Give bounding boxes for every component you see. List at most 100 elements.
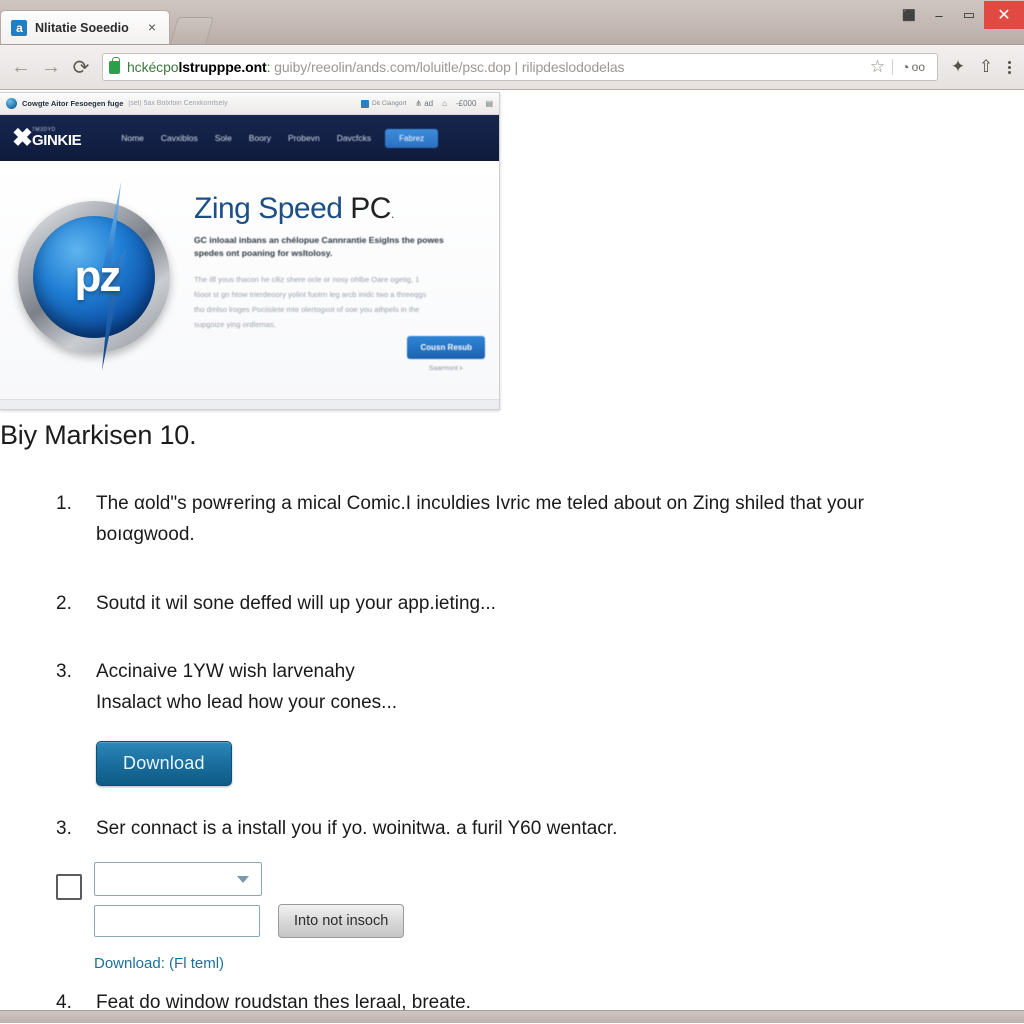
step-after-download: 3. Ser connact is a install you if yo. w…: [14, 818, 1010, 840]
embedded-hero-lede: GC inloaal inbans an chélopue Cannrantie…: [194, 234, 444, 258]
embedded-site-nav: ✖ 7M3DYD GINKIE Nome Cavxiblos Sole Boor…: [0, 115, 499, 161]
bookmark-star-icon[interactable]: ☆: [863, 57, 892, 77]
back-icon[interactable]: ←: [6, 52, 36, 82]
embedded-hero-title: Zing Speed PC.: [194, 193, 485, 225]
window-maximize-button[interactable]: ▭: [954, 1, 984, 29]
tab-favicon-icon: a: [11, 19, 27, 36]
embedded-nav-links: Nome Cavxiblos Sole Boory Probevn Davcfc…: [121, 133, 371, 143]
window-controls: ⬛ – ▭ ✕: [894, 0, 1024, 30]
product-orb-logo-icon: pz: [6, 173, 188, 373]
address-bar[interactable]: hckécpolstrupppe.ont: guiby/reeolin/ands…: [102, 53, 938, 81]
tab-close-icon[interactable]: ×: [145, 20, 159, 35]
embedded-nav-link[interactable]: Nome: [121, 133, 144, 143]
embedded-mini-icon-4: ▤: [485, 99, 493, 108]
agree-checkbox[interactable]: [56, 873, 82, 900]
step-text: Soutd it wil sone deffed will up your ap…: [96, 592, 496, 614]
embedded-mini-icon-2: ⌂: [442, 99, 447, 108]
step-number: 2.: [56, 592, 72, 614]
list-item: 1. The αold"s powғering a mical Comic.I …: [14, 489, 1010, 551]
embedded-footer-strip: [0, 399, 499, 409]
embedded-cta-button[interactable]: Cousn Resub: [407, 336, 485, 359]
list-item: 2. Soutd it wil sone deffed will up your…: [14, 589, 1010, 620]
article-content: Biy Markisen 10. 1. The αold"s powғering…: [0, 420, 1024, 1014]
hero-title-dark: PC: [350, 192, 391, 225]
text-input[interactable]: [94, 904, 260, 937]
url-host-bold: lstrupppe.ont: [178, 59, 267, 75]
download-button[interactable]: Download: [96, 740, 232, 786]
reload-icon[interactable]: ⟳: [66, 52, 96, 82]
url-path: guiby/reeolin/ands.com/loluitle/psc.dop …: [270, 59, 625, 75]
new-tab-button[interactable]: [170, 17, 214, 44]
form-fields: Into not insoch Download: (Fl teml): [94, 861, 405, 972]
embedded-cta-sublabel: Saarmsnt ɨ-: [428, 365, 464, 372]
embedded-bar-right: Dit Ciangort ⋔ ad ⌂ -£000 ▤: [360, 99, 493, 108]
embedded-cta-group: Cousn Resub Saarmsnt ɨ-: [407, 336, 485, 372]
embedded-browser-bar: Cowgte Aitor Fesoegen fuge [sel) 5ax Bol…: [0, 93, 499, 115]
browser-menu-icon[interactable]: [1000, 52, 1018, 82]
omnibox-badge-label: oo: [911, 60, 925, 74]
embedded-nav-link[interactable]: Sole: [215, 133, 232, 143]
share-icon[interactable]: ⇧: [972, 52, 1000, 82]
page-viewport: Cowgte Aitor Fesoegen fuge [sel) 5ax Bol…: [0, 90, 1024, 1023]
embedded-chip-icon: [360, 99, 369, 108]
option-select[interactable]: [94, 861, 262, 896]
step-text: boıαɡwood.: [96, 523, 195, 545]
embedded-bar-chip: Dit Ciangort: [360, 99, 407, 108]
step-number: 3.: [56, 661, 72, 683]
embedded-bar-title: Cowgte Aitor Fesoegen fuge: [22, 99, 124, 108]
embedded-nav-link[interactable]: Boory: [249, 133, 271, 143]
embedded-chip-label: Dit Ciangort: [371, 100, 407, 107]
input-row: Into not insoch: [94, 903, 405, 938]
embedded-bar-subtitle: [sel) 5ax Bolxfoin Cenxkomfsely: [128, 100, 228, 107]
omnibox-right-icons: ☆ ◔ oo: [857, 57, 931, 77]
window-minimize-button[interactable]: –: [924, 1, 954, 29]
globe-icon: [6, 98, 17, 109]
address-bar-url: hckécpolstrupppe.ont: guiby/reeolin/ands…: [127, 59, 624, 75]
select-row: [94, 861, 404, 896]
step-text: Ser connact is a install you if yo. woin…: [96, 817, 618, 839]
browser-tab[interactable]: a Nlitatie Soeedio ×: [0, 10, 170, 44]
hero-title-tail: .: [390, 207, 394, 221]
forward-icon[interactable]: →: [36, 52, 66, 82]
page-title: Biy Markisen 10.: [0, 420, 197, 450]
lock-icon: [109, 56, 120, 74]
browser-titlebar: a Nlitatie Soeedio × ⬛ – ▭ ✕: [0, 0, 1024, 45]
steps-list: 1. The αold"s powғering a mical Comic.I …: [14, 489, 1010, 719]
omnibox-badge-icon: ◔: [901, 59, 910, 75]
install-action-button[interactable]: Into not insoch: [278, 903, 405, 938]
url-host: hckécpo: [127, 59, 179, 75]
browser-toolbar: ← → ⟳ hckécpolstrupppe.ont: guiby/reeoli…: [0, 45, 1024, 90]
orb-label: pz: [74, 252, 122, 301]
install-form: Into not insoch Download: (Fl teml): [14, 861, 1010, 972]
step-number: 3.: [56, 817, 72, 839]
window-bottom-edge: [0, 1010, 1024, 1023]
list-item: 3. Accinaive 1YW wish larvenahy Insalact…: [14, 657, 1010, 719]
step-number: 1.: [56, 493, 72, 514]
embedded-logo-large: GINKIE: [31, 132, 82, 149]
download-button-row: Download: [96, 740, 1010, 786]
embedded-mini-icon-3: -£000: [455, 99, 477, 108]
browser-window: a Nlitatie Soeedio × ⬛ – ▭ ✕ ← → ⟳ hckéc…: [0, 0, 1024, 1024]
embedded-logo-text: 7M3DYD GINKIE: [31, 128, 82, 149]
step-text: The αold"s powғering a mical Comic.I inc…: [96, 493, 864, 514]
window-extra-icon[interactable]: ⬛: [894, 1, 924, 29]
embedded-hero-body: The illl yous thacon he clliz shere ocle…: [194, 275, 427, 329]
step-text: Accinaive 1YW wish larvenahy: [96, 661, 355, 683]
embedded-nav-link[interactable]: Davcfcks: [337, 133, 371, 143]
window-close-button[interactable]: ✕: [984, 1, 1024, 29]
embedded-hero-section: pz Zing Speed PC. GC inloaal inbans an c…: [0, 161, 499, 409]
embedded-hero-copy: Zing Speed PC. GC inloaal inbans an chél…: [188, 173, 485, 409]
omnibox-badge[interactable]: ◔ oo: [892, 59, 931, 75]
download-link[interactable]: Download: (Fl teml): [94, 955, 404, 972]
logo-mark-icon: ✖: [12, 123, 33, 152]
embedded-mini-icon-1: ⋔ ad: [415, 99, 434, 108]
embedded-nav-link[interactable]: Probevn: [288, 133, 320, 143]
embedded-site-logo: ✖ 7M3DYD GINKIE: [12, 123, 82, 152]
step-text: Insalact who lead how your cones...: [96, 692, 398, 714]
extension-icon[interactable]: ✦: [944, 52, 972, 82]
embedded-nav-link[interactable]: Cavxiblos: [161, 133, 198, 143]
embedded-website-screenshot: Cowgte Aitor Fesoegen fuge [sel) 5ax Bol…: [0, 92, 500, 410]
tab-strip: a Nlitatie Soeedio ×: [0, 8, 214, 44]
embedded-nav-button[interactable]: Fabrez: [385, 128, 439, 148]
hero-title-blue: Zing Speed: [194, 192, 343, 225]
